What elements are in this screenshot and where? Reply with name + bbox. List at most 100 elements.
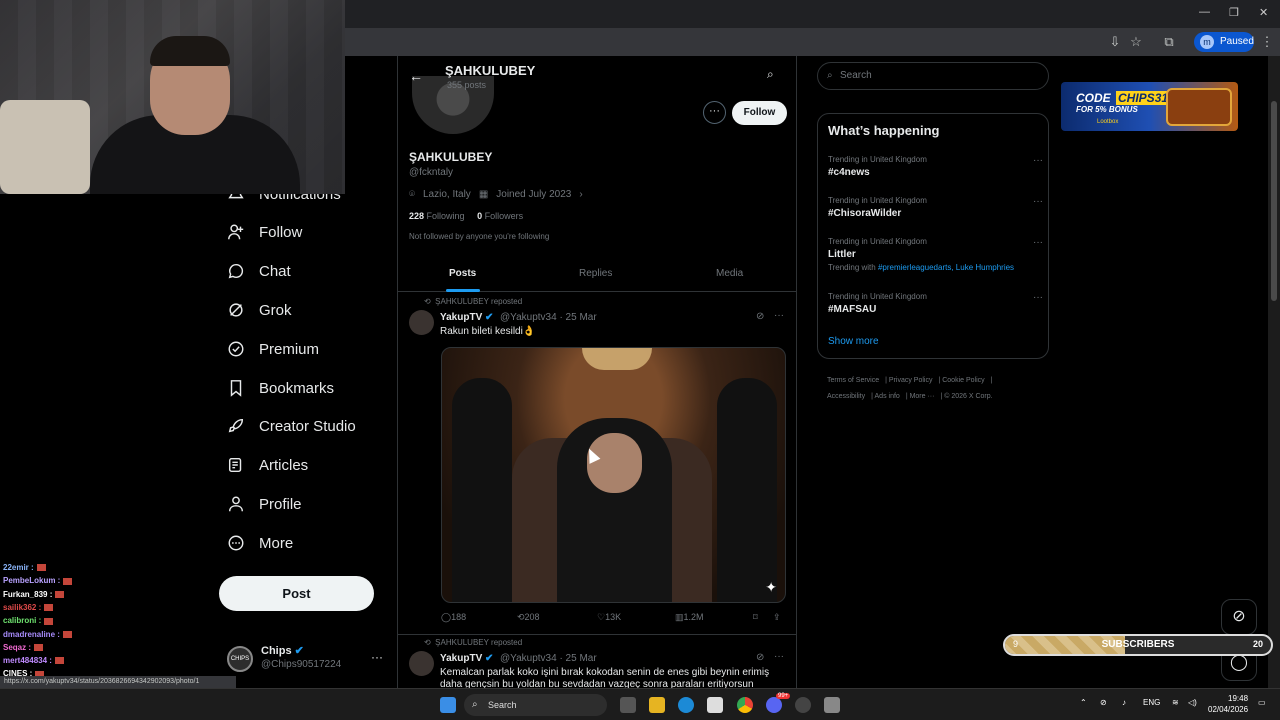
footer-link[interactable]: Ads info [875,393,900,400]
header-post-count: 355 posts [447,80,487,90]
grok-icon[interactable]: ⊘ [1221,599,1257,635]
notifications-icon[interactable]: ▭ [1258,698,1266,707]
bookmark-icon [230,380,242,397]
windows-start-icon[interactable] [440,697,456,713]
taskbar-search[interactable]: ⌕ Search [464,694,607,716]
microphone-icon[interactable]: ♪ [1122,698,1126,707]
grok-icon[interactable]: ⊘ [756,311,764,322]
nav-creator-studio[interactable]: Creator Studio [227,413,356,439]
trend-item[interactable]: Trending in United Kingdom #c4news ··· [828,155,1043,178]
tweet-image[interactable]: ✦ [441,347,786,603]
chat-message: 22emir : [3,563,46,574]
tab-posts[interactable]: Posts [449,268,476,279]
trend-item[interactable]: Trending in United Kingdom #ChisoraWilde… [828,196,1043,219]
account-name: Chips ✔ [261,645,304,657]
search-icon[interactable]: ⌕ [767,67,774,82]
back-arrow-icon[interactable]: ← [409,68,423,84]
footer-links: Terms of Service | Privacy Policy | Cookie… [827,377,993,400]
views-button[interactable]: ▥ 1.2M [675,612,704,623]
wifi-icon[interactable]: ≋ [1172,698,1179,707]
nav-chat[interactable]: Chat [227,258,291,284]
repost-button[interactable]: ⟲ 208 [517,612,540,623]
store-icon[interactable] [707,697,723,713]
search-input[interactable]: ⌕ Search [817,62,1049,90]
more-options-button[interactable]: ··· [703,101,726,124]
reply-button[interactable]: ◯ 188 [441,612,466,623]
more-dots-icon[interactable]: ··· [1033,196,1043,207]
person-icon [228,496,244,512]
footer-link[interactable]: More ··· [910,393,935,400]
bookmark-icon[interactable]: ⌑ [753,612,758,623]
task-view-icon[interactable] [620,697,636,713]
nav-label: Profile [259,495,302,513]
promo-banner: CODE CHIPS31 FOR 5% BONUS Lootbox [1061,82,1238,131]
install-app-icon[interactable]: ⇩ [1107,34,1123,50]
volume-icon[interactable]: ◁) [1188,698,1197,707]
more-dots-icon[interactable]: ··· [774,310,784,321]
follow-button[interactable]: Follow [732,101,787,125]
trend-item[interactable]: Trending in United Kingdom Littler Trend… [828,237,1043,272]
post-button[interactable]: Post [219,576,374,611]
tab-replies[interactable]: Replies [579,268,612,279]
nav-more[interactable]: More [227,530,293,556]
extensions-icon[interactable]: ⧉ [1161,34,1177,50]
tab-media[interactable]: Media [716,268,743,279]
page-scrollbar[interactable] [1268,56,1280,688]
network-off-icon[interactable]: ⊘ [1100,698,1107,707]
tweet-actions: ◯ 188 ⟲ 208 ♡ 13K ▥ 1.2M ⌑ ⇪ [441,612,786,626]
location-icon: ⌾ [409,189,415,200]
followers-link[interactable]: 0 Followers [477,211,523,221]
footer-link[interactable]: Privacy Policy [889,377,933,384]
more-dots-icon[interactable]: ··· [1033,155,1043,166]
language-indicator[interactable]: ENG [1143,698,1160,707]
minimize-icon[interactable]: — [1199,6,1210,18]
nav-articles[interactable]: Articles [227,452,308,478]
system-clock[interactable]: 19:48 02/04/2026 [1208,693,1248,715]
maximize-icon[interactable]: ❐ [1229,6,1239,19]
chat-message: dmadrenaline : [3,630,72,641]
grok-icon[interactable]: ⊘ [756,652,764,663]
nav-bookmarks[interactable]: Bookmarks [227,375,334,401]
file-explorer-icon[interactable] [649,697,665,713]
more-dots-icon[interactable]: ··· [774,651,784,662]
chat-message: Furkan_839 : [3,590,65,601]
nav-premium[interactable]: Premium [227,336,319,362]
footer-link[interactable]: Cookie Policy [942,377,984,384]
discord-icon[interactable] [766,697,782,713]
nav-grok[interactable]: Grok [227,297,292,323]
edge-icon[interactable] [678,697,694,713]
verified-icon: ✔ [294,645,304,657]
show-more-link[interactable]: Show more [828,336,879,347]
footer-link[interactable]: Terms of Service [827,377,879,384]
account-switcher[interactable]: CHIPS Chips ✔ @Chips90517224 ··· [227,644,387,674]
close-icon[interactable]: ✕ [1259,6,1268,19]
chrome-icon[interactable] [737,697,753,713]
more-dots-icon[interactable]: ··· [1033,292,1043,303]
app-icon[interactable] [795,697,811,713]
share-icon[interactable]: ⇪ [773,612,781,623]
following-link[interactable]: 228 Following [409,211,465,221]
profile-name: ŞAHKULUBEY [409,150,493,164]
profile-joined[interactable]: Joined July 2023 [496,189,571,200]
trend-item[interactable]: Trending in United Kingdom #MAFSAU ··· [828,292,1043,315]
like-button[interactable]: ♡ 13K [597,612,621,623]
treasure-chest-icon [1166,88,1232,126]
tweet-handle-time: @Yakuptv34 · 25 Mar [500,653,597,664]
star-bookmark-icon[interactable]: ☆ [1128,34,1144,50]
profile-paused-button[interactable]: m Paused [1194,32,1254,52]
nav-profile[interactable]: Profile [227,491,302,517]
chevron-up-icon[interactable]: ⌃ [1080,698,1087,707]
chat-message: calibroni : [3,616,54,627]
nav-label: Articles [259,456,309,474]
chat-message: sailik362 : [3,603,54,614]
tweet-author[interactable]: YakupTV ✔ [440,312,493,323]
avatar[interactable] [409,310,434,335]
nav-follow[interactable]: Follow [227,219,302,245]
avatar[interactable] [409,651,434,676]
tweet-author[interactable]: YakupTV ✔ [440,653,493,664]
browser-menu-icon[interactable]: ⋮ [1259,34,1275,50]
more-dots-icon[interactable]: ··· [371,650,383,664]
more-dots-icon[interactable]: ··· [1033,237,1043,248]
footer-link[interactable]: Accessibility [827,393,865,400]
settings-icon[interactable] [824,697,840,713]
